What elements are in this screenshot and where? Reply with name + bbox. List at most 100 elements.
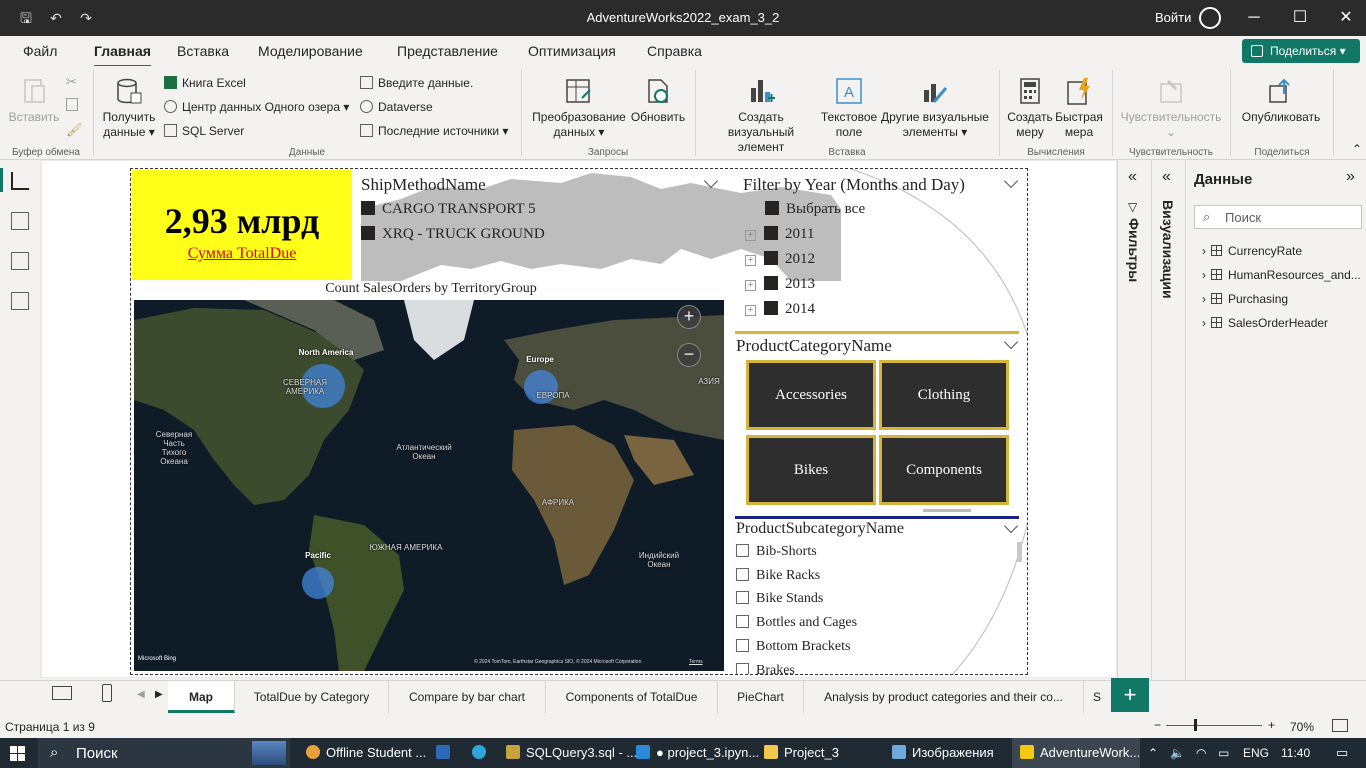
bubble-map[interactable]: North America Europe Pacific СЕВЕРНАЯ АМЕ… bbox=[134, 300, 724, 671]
table-item-humanresources[interactable]: › HumanResources_and... bbox=[1202, 268, 1361, 282]
category-tile-clothing[interactable]: Clothing bbox=[879, 360, 1009, 430]
sensitivity-button[interactable]: Чувствительность ⌄ bbox=[1118, 76, 1224, 140]
taskbar-app-chrome[interactable]: Offline Student ... bbox=[306, 738, 426, 768]
page-tab-totaldue-by-category[interactable]: TotalDue by Category bbox=[235, 681, 389, 713]
expand-icon[interactable]: + bbox=[745, 280, 756, 291]
table-item-purchasing[interactable]: › Purchasing bbox=[1202, 292, 1288, 306]
share-button[interactable]: Поделиться ▾ bbox=[1242, 39, 1360, 63]
chevron-right-icon[interactable]: › bbox=[1202, 244, 1206, 258]
kpi-card[interactable]: 2,93 млрд Сумма TotalDue bbox=[132, 170, 352, 280]
chevron-right-icon[interactable]: › bbox=[1202, 268, 1206, 282]
taskbar-app-photos[interactable]: Изображения bbox=[892, 738, 994, 768]
expand-visualizations-icon[interactable]: « bbox=[1162, 168, 1171, 186]
zoom-slider[interactable] bbox=[1166, 725, 1262, 726]
wifi-icon[interactable]: ◠ bbox=[1196, 738, 1206, 768]
language-indicator[interactable]: ENG bbox=[1243, 738, 1269, 768]
transform-data-button[interactable]: Преобразование данных ▾ bbox=[530, 76, 628, 140]
zoom-out-button[interactable]: − bbox=[677, 343, 701, 367]
page-tab-components[interactable]: Components of TotalDue bbox=[546, 681, 718, 713]
enter-data-button[interactable]: Введите данные. bbox=[360, 74, 473, 92]
taskbar-app-telegram[interactable] bbox=[472, 738, 492, 768]
cut-icon[interactable]: ✂ bbox=[66, 74, 77, 90]
minimize-button[interactable]: ─ bbox=[1234, 6, 1274, 30]
category-tile-components[interactable]: Components bbox=[879, 435, 1009, 505]
tab-modeling[interactable]: Моделирование bbox=[258, 43, 363, 59]
tab-insert[interactable]: Вставка bbox=[177, 43, 229, 59]
tab-optimize[interactable]: Оптимизация bbox=[528, 43, 616, 59]
taskbar-app-folder[interactable]: Project_3 bbox=[764, 738, 839, 768]
zoom-slider-thumb[interactable] bbox=[1194, 719, 1197, 731]
battery-icon[interactable]: ▭ bbox=[1218, 738, 1229, 768]
close-button[interactable]: ✕ bbox=[1326, 6, 1366, 30]
scrollbar[interactable] bbox=[1017, 542, 1022, 562]
ship-method-item[interactable]: CARGO TRANSPORT 5 bbox=[361, 201, 536, 218]
select-all-item[interactable]: Выбрать все bbox=[765, 201, 865, 218]
tab-home[interactable]: Главная bbox=[94, 43, 151, 68]
page-tab-analysis[interactable]: Analysis by product categories and their… bbox=[804, 681, 1084, 713]
year-item[interactable]: +2013 bbox=[745, 276, 815, 293]
sql-server-button[interactable]: SQL Server bbox=[164, 122, 244, 140]
category-tile-bikes[interactable]: Bikes bbox=[746, 435, 876, 505]
subcategory-item[interactable]: Bottles and Cages bbox=[736, 615, 857, 631]
category-tile-accessories[interactable]: Accessories bbox=[746, 360, 876, 430]
year-item[interactable]: +2011 bbox=[745, 226, 814, 243]
taskbar-app-powerbi[interactable]: AdventureWork... bbox=[1012, 738, 1140, 768]
copy-icon[interactable] bbox=[66, 98, 78, 111]
report-view-icon[interactable] bbox=[11, 172, 29, 190]
sign-in-link[interactable]: Войти bbox=[1155, 10, 1191, 25]
refresh-button[interactable]: Обновить bbox=[628, 76, 688, 125]
avatar-icon[interactable] bbox=[1199, 7, 1221, 29]
zoom-in-button[interactable]: + bbox=[677, 305, 701, 329]
filters-pane[interactable]: « ▽ Фильтры bbox=[1117, 160, 1151, 680]
add-page-button[interactable]: + bbox=[1111, 678, 1149, 712]
maximize-button[interactable]: ☐ bbox=[1280, 6, 1320, 30]
taskbar-app-ssms[interactable] bbox=[436, 738, 456, 768]
tab-file[interactable]: Файл bbox=[23, 43, 57, 59]
scroll-right-icon[interactable]: ▶ bbox=[155, 689, 163, 700]
subcategory-item[interactable]: Bike Racks bbox=[736, 568, 820, 584]
expand-filters-icon[interactable]: « bbox=[1128, 168, 1137, 186]
page-tab-map[interactable]: Map bbox=[168, 681, 235, 713]
zoom-in-icon[interactable]: + bbox=[1268, 718, 1275, 732]
taskbar-search[interactable]: ⌕ Поиск bbox=[38, 738, 290, 768]
chevron-right-icon[interactable]: › bbox=[1202, 316, 1206, 330]
zoom-out-icon[interactable]: − bbox=[1154, 718, 1161, 732]
onelake-button[interactable]: Центр данных Одного озера ▾ bbox=[164, 98, 349, 116]
subcategory-item[interactable]: Brakes bbox=[736, 663, 795, 674]
start-icon[interactable] bbox=[10, 746, 25, 761]
new-visual-button[interactable]: Создать визуальный элемент bbox=[704, 76, 818, 155]
more-visuals-button[interactable]: Другие визуальные элементы ▾ bbox=[880, 76, 990, 140]
map-terms-link[interactable]: Terms bbox=[689, 659, 703, 665]
page-tab-piechart[interactable]: PieChart bbox=[718, 681, 804, 713]
expand-icon[interactable]: + bbox=[745, 255, 756, 266]
visualizations-pane[interactable]: « Визуализации bbox=[1151, 160, 1185, 680]
format-painter-icon[interactable]: 🖌 bbox=[66, 122, 83, 138]
ship-method-item[interactable]: XRQ - TRUCK GROUND bbox=[361, 226, 545, 243]
new-measure-button[interactable]: Создать меру bbox=[1006, 76, 1054, 140]
tray-chevron-icon[interactable]: ⌃ bbox=[1148, 738, 1158, 768]
subcategory-item[interactable]: Bike Stands bbox=[736, 591, 823, 607]
mobile-layout-icon[interactable] bbox=[102, 684, 112, 702]
expand-icon[interactable]: + bbox=[745, 230, 756, 241]
taskbar-app-sqlquery[interactable]: SQLQuery3.sql - ... bbox=[506, 738, 637, 768]
collapse-ribbon-icon[interactable]: ⌃ bbox=[1352, 142, 1362, 156]
quick-measure-button[interactable]: Быстрая мера bbox=[1054, 76, 1104, 140]
subcategory-item[interactable]: Bottom Brackets bbox=[736, 639, 851, 655]
model-view-icon[interactable] bbox=[11, 252, 29, 270]
search-input[interactable]: ⌕ Поиск bbox=[1194, 205, 1362, 229]
notifications-icon[interactable]: ▭ bbox=[1336, 738, 1348, 768]
table-view-icon[interactable] bbox=[11, 212, 29, 230]
volume-icon[interactable]: 🔈 bbox=[1170, 738, 1185, 768]
collapse-data-pane-icon[interactable]: » bbox=[1346, 168, 1355, 186]
dax-query-view-icon[interactable] bbox=[11, 292, 29, 310]
scroll-left-icon[interactable]: ◀ bbox=[137, 689, 145, 700]
tab-view[interactable]: Представление bbox=[397, 43, 498, 59]
publish-button[interactable]: Опубликовать bbox=[1236, 76, 1326, 125]
taskbar-app-vscode[interactable]: ● project_3.ipyn... bbox=[636, 738, 759, 768]
recent-sources-button[interactable]: Последние источники ▾ bbox=[360, 122, 508, 140]
page-tab-more[interactable]: S bbox=[1084, 681, 1110, 713]
desktop-layout-icon[interactable] bbox=[52, 686, 72, 700]
tab-help[interactable]: Справка bbox=[647, 43, 702, 59]
map-bubble-pacific[interactable] bbox=[302, 567, 334, 599]
year-item[interactable]: +2012 bbox=[745, 251, 815, 268]
